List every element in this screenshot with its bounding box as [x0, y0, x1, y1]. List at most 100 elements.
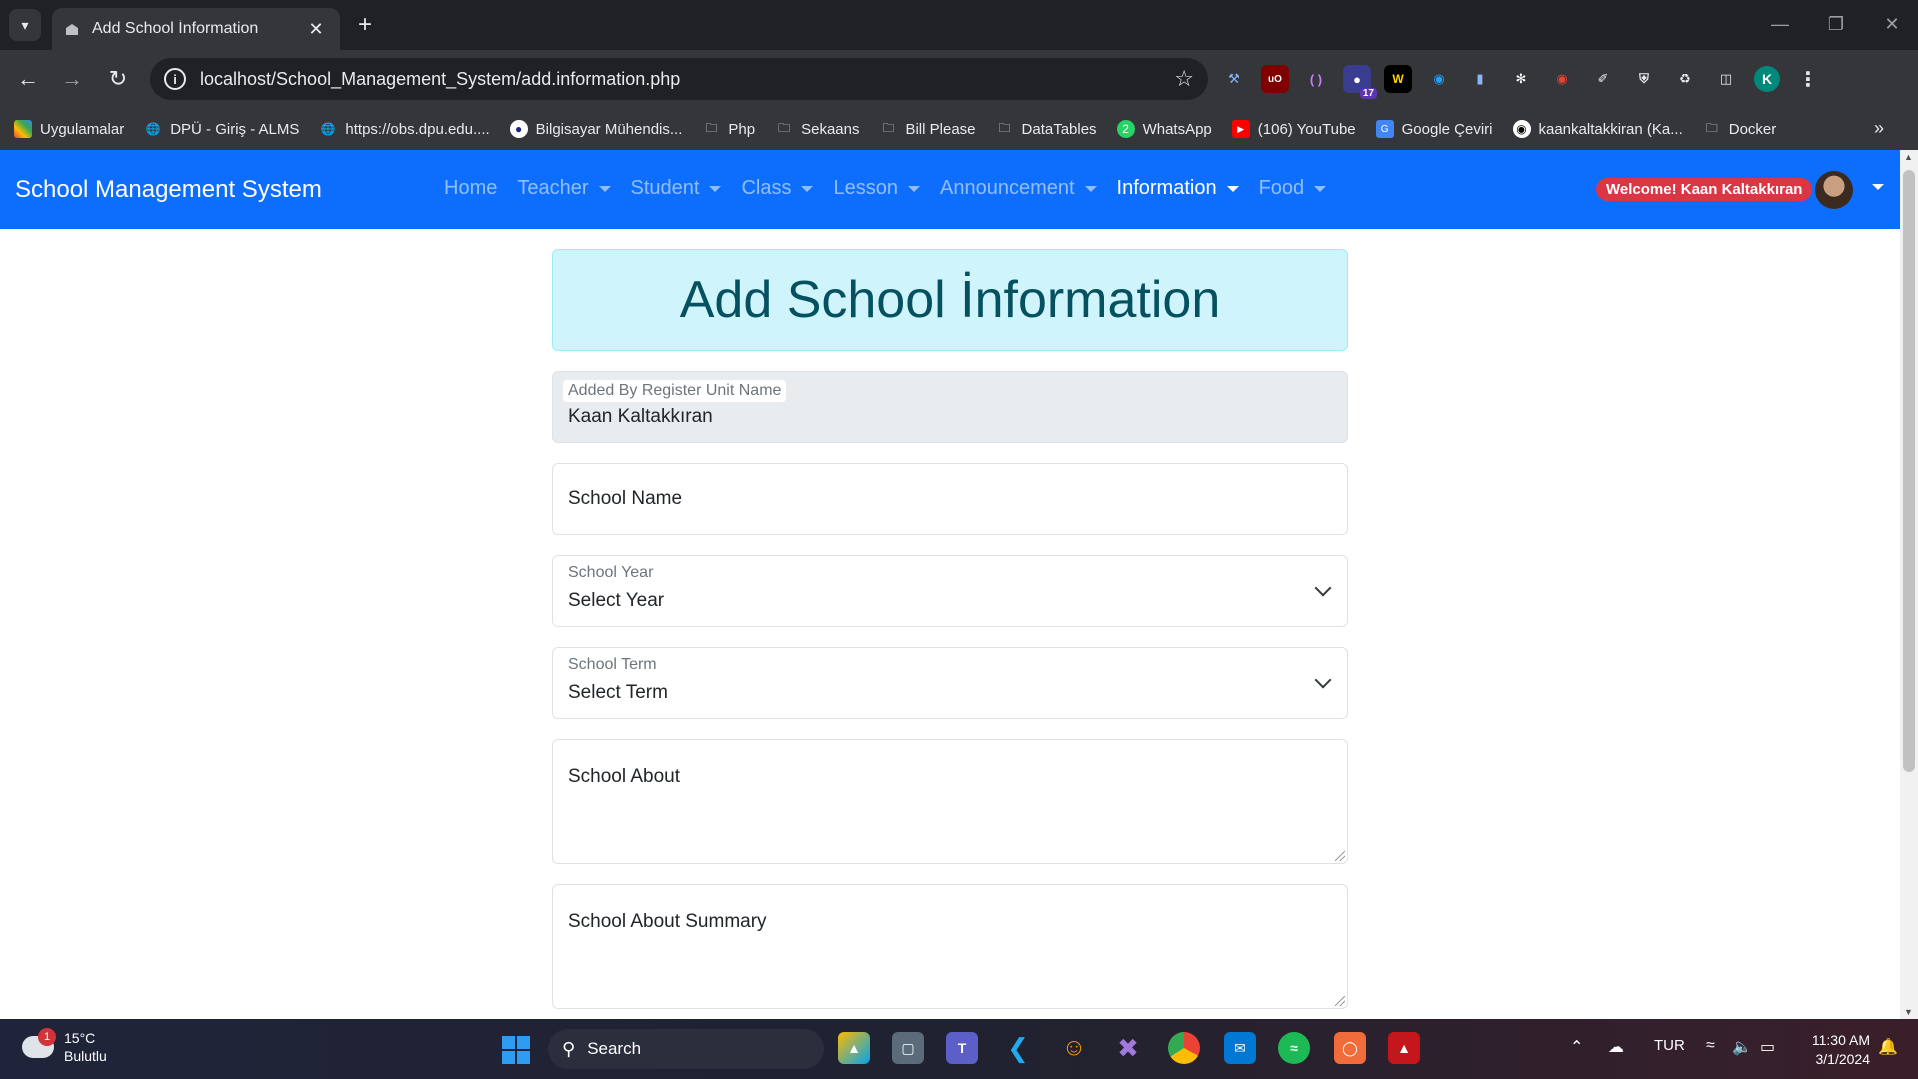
- ublock-extension-icon[interactable]: uO: [1261, 65, 1289, 93]
- browser-tab-strip: ▾ Add School İnformation ✕ + — ❐ ✕: [0, 0, 1918, 50]
- taskbar-search-label: Search: [587, 1039, 642, 1058]
- document-extension-icon[interactable]: ▮: [1466, 65, 1494, 93]
- bookmark-docker[interactable]: 🗀 Docker: [1703, 120, 1777, 138]
- notification-bell-icon[interactable]: 🔔: [1878, 1037, 1898, 1057]
- reload-button[interactable]: ↻: [100, 61, 136, 97]
- taskbar-clock[interactable]: 11:30 AM 3/1/2024: [1800, 1031, 1870, 1069]
- more-bookmarks-icon[interactable]: »: [1874, 118, 1884, 139]
- nav-item-lesson[interactable]: Lesson: [833, 177, 920, 200]
- nav-item-announcement[interactable]: Announcement: [940, 177, 1097, 200]
- bookmark-github[interactable]: ◉ kaankaltakkiran (Ka...: [1512, 120, 1683, 138]
- navbar-brand[interactable]: School Management System: [15, 176, 322, 204]
- onedrive-cloud-icon[interactable]: ☁: [1608, 1037, 1624, 1057]
- page-scrollbar[interactable]: ▲ ▼: [1900, 150, 1918, 1019]
- tray-chevron-up-icon[interactable]: ⌃: [1570, 1037, 1583, 1057]
- mail-app-icon[interactable]: ✉: [1224, 1032, 1256, 1064]
- tab-search-button[interactable]: ▾: [9, 9, 41, 41]
- brackets-extension-icon[interactable]: ( ): [1302, 65, 1330, 93]
- battery-icon[interactable]: ▭: [1760, 1037, 1775, 1057]
- side-panel-icon[interactable]: ◫: [1712, 65, 1740, 93]
- notifications-extension-icon[interactable]: ● 17: [1343, 65, 1377, 99]
- scroll-up-icon[interactable]: ▲: [1904, 152, 1913, 162]
- task-view-icon[interactable]: ▢: [892, 1032, 924, 1064]
- bookmark-apps[interactable]: Uygulamalar: [14, 120, 124, 138]
- school-year-select[interactable]: School Year Select Year: [552, 555, 1348, 627]
- browser-tab-active[interactable]: Add School İnformation ✕: [52, 8, 340, 50]
- language-indicator[interactable]: TUR: [1654, 1037, 1685, 1054]
- w-extension-icon[interactable]: W: [1384, 65, 1412, 93]
- form-container: Add School İnformation Added By Register…: [552, 249, 1348, 1009]
- sublime-app-icon[interactable]: ☺: [1058, 1032, 1090, 1064]
- caret-down-icon: [1084, 185, 1097, 192]
- forward-button[interactable]: →: [54, 61, 90, 97]
- dbeaver-app-icon[interactable]: ▲: [1388, 1032, 1420, 1064]
- school-about-placeholder: School About: [568, 766, 680, 787]
- nav-item-information[interactable]: Information: [1117, 177, 1239, 200]
- globe-icon: 🌐: [145, 122, 161, 136]
- volume-icon[interactable]: 🔈: [1732, 1037, 1752, 1057]
- nav-item-food[interactable]: Food: [1259, 177, 1327, 200]
- back-button[interactable]: ←: [10, 61, 46, 97]
- bookmark-youtube[interactable]: ▶ (106) YouTube: [1231, 120, 1356, 138]
- profile-button[interactable]: K: [1753, 65, 1781, 93]
- resize-grip-icon[interactable]: [1335, 996, 1345, 1006]
- taskbar-search[interactable]: ⚲ Search: [548, 1029, 824, 1069]
- kebab-menu-icon[interactable]: ⋮: [1794, 65, 1822, 93]
- teams-app-icon[interactable]: T: [946, 1032, 978, 1064]
- vscode-app-icon[interactable]: ❮: [1002, 1032, 1034, 1064]
- minimize-button[interactable]: —: [1752, 6, 1808, 42]
- bookmark-bill-please[interactable]: 🗀 Bill Please: [879, 120, 975, 138]
- bookmark-bilgisayar[interactable]: ● Bilgisayar Mühendis...: [509, 120, 682, 138]
- school-term-select[interactable]: School Term Select Term: [552, 647, 1348, 719]
- tools-extension-icon[interactable]: ⚒: [1220, 65, 1248, 93]
- caret-down-icon: [907, 185, 920, 192]
- nav-item-class[interactable]: Class: [741, 177, 814, 200]
- spotify-app-icon[interactable]: ≈: [1278, 1032, 1310, 1064]
- new-tab-button[interactable]: +: [350, 10, 380, 40]
- user-menu-caret-icon[interactable]: [1872, 184, 1884, 190]
- edge-extension-icon[interactable]: ◉: [1425, 65, 1453, 93]
- puzzle-extensions-icon[interactable]: ♻: [1671, 65, 1699, 93]
- start-button[interactable]: [502, 1036, 530, 1064]
- weather-widget[interactable]: 1 15°C Bulutlu: [22, 1028, 107, 1065]
- bookmark-star-icon[interactable]: ☆: [1174, 66, 1194, 92]
- globe-icon: 🌐: [320, 122, 336, 136]
- school-name-input[interactable]: School Name: [552, 463, 1348, 535]
- nav-item-student[interactable]: Student: [631, 177, 722, 200]
- shield-extension-icon[interactable]: ⛨: [1630, 65, 1658, 93]
- bookmark-whatsapp[interactable]: 2 WhatsApp: [1116, 120, 1212, 138]
- record-extension-icon[interactable]: ◉: [1548, 65, 1576, 93]
- nav-item-teacher[interactable]: Teacher: [517, 177, 611, 200]
- close-window-button[interactable]: ✕: [1864, 6, 1918, 42]
- eyedropper-extension-icon[interactable]: ✐: [1589, 65, 1617, 93]
- navbar-menu: Home Teacher Student Class Lesson Announ…: [444, 177, 1346, 200]
- close-tab-icon[interactable]: ✕: [304, 19, 328, 40]
- address-bar[interactable]: i localhost/School_Management_System/add…: [150, 58, 1208, 100]
- caret-down-icon: [801, 185, 814, 192]
- resize-grip-icon[interactable]: [1335, 851, 1345, 861]
- bookmark-google-translate[interactable]: G Google Çeviri: [1375, 120, 1493, 138]
- site-info-icon[interactable]: i: [164, 68, 186, 90]
- windows-taskbar: 1 15°C Bulutlu ⚲ Search ▲ ▢ T ❮ ☺ ✖ ✉ ≈ …: [0, 1019, 1918, 1079]
- visual-studio-app-icon[interactable]: ✖: [1112, 1032, 1144, 1064]
- restore-button[interactable]: ❐: [1808, 6, 1864, 42]
- bookmark-datatables[interactable]: 🗀 DataTables: [996, 120, 1097, 138]
- user-avatar[interactable]: [1815, 171, 1853, 209]
- chrome-app-icon[interactable]: [1168, 1032, 1200, 1064]
- scroll-down-icon[interactable]: ▼: [1904, 1007, 1913, 1017]
- bookmark-php[interactable]: 🗀 Php: [702, 120, 755, 138]
- added-by-field: Added By Register Unit Name Kaan Kaltakk…: [552, 371, 1348, 443]
- nav-item-home[interactable]: Home: [444, 177, 497, 200]
- school-about-summary-textarea[interactable]: School About Summary: [552, 884, 1348, 1009]
- postman-app-icon[interactable]: ◯: [1334, 1032, 1366, 1064]
- widgets-app-icon[interactable]: ▲: [838, 1032, 870, 1064]
- bookmark-sekaans[interactable]: 🗀 Sekaans: [775, 120, 859, 138]
- scrollbar-thumb[interactable]: [1903, 170, 1915, 772]
- school-name-placeholder: School Name: [568, 488, 683, 509]
- bookmark-dpu-alms[interactable]: 🌐 DPÜ - Giriş - ALMS: [144, 120, 300, 138]
- school-year-label: School Year: [568, 564, 654, 581]
- bookmark-obs[interactable]: 🌐 https://obs.dpu.edu....: [319, 120, 490, 138]
- wifi-icon[interactable]: ≈: [1706, 1037, 1715, 1055]
- school-about-textarea[interactable]: School About: [552, 739, 1348, 864]
- chatgpt-extension-icon[interactable]: ✻: [1507, 65, 1535, 93]
